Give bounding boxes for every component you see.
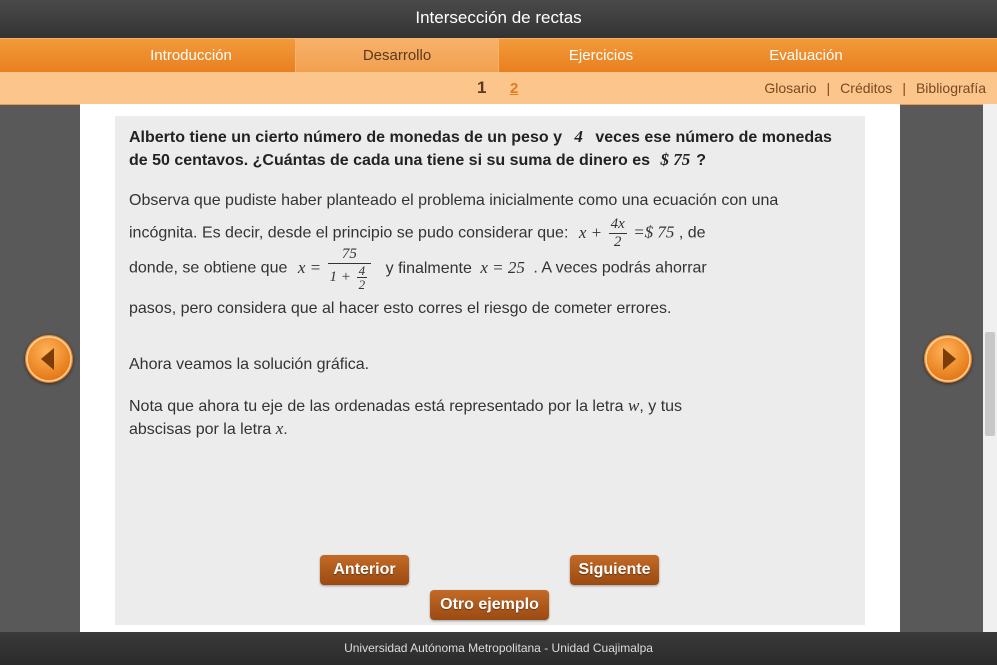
question-amount: $ 75	[660, 150, 691, 169]
previous-page-button[interactable]	[25, 335, 73, 383]
paragraph-2-mid: y finalmente	[385, 259, 472, 277]
scrollbar-thumb[interactable]	[985, 332, 995, 436]
exercise-card: Alberto tiene un cierto número de moneda…	[115, 116, 865, 625]
solution-x-eq: x =	[297, 257, 322, 277]
info-links: Glosario | Créditos | Bibliografía	[764, 80, 986, 96]
window-title: Intersección de rectas	[0, 0, 997, 38]
main-tabs: Introducción Desarrollo Ejercicios Evalu…	[0, 38, 997, 72]
link-separator: |	[902, 80, 906, 96]
inner-numerator: 4	[356, 263, 368, 278]
equation-rhs: =$ 75	[633, 222, 675, 242]
question-number: 4	[574, 127, 583, 146]
axes-text-4: .	[283, 421, 288, 438]
question-mark: ?	[696, 152, 707, 169]
paragraph-warning: pasos, pero considera que al hacer esto …	[129, 300, 672, 317]
inner-denominator: 2	[358, 277, 366, 292]
chevron-left-icon	[26, 336, 72, 382]
content-page: Alberto tiene un cierto número de moneda…	[80, 104, 900, 632]
tab-introduccion[interactable]: Introducción	[87, 39, 295, 72]
paragraph-solution: donde, se obtiene que x = 75 1 + 4 2 y f…	[129, 246, 839, 291]
page-2-link[interactable]: 2	[510, 80, 518, 97]
paragraph-axes: Nota que ahora tu eje de las ordenadas e…	[129, 395, 749, 441]
next-page-button[interactable]	[924, 335, 972, 383]
creditos-link[interactable]: Créditos	[840, 80, 892, 96]
footer: Universidad Autónoma Metropolitana - Uni…	[0, 632, 997, 665]
axes-text-3: abscisas por la letra	[129, 421, 272, 438]
glosario-link[interactable]: Glosario	[764, 80, 816, 96]
paragraph-2-end: . A veces podrás ahorrar	[533, 259, 707, 277]
denominator-one-plus: 1 +	[329, 268, 351, 285]
chevron-right-icon	[925, 336, 971, 382]
siguiente-button[interactable]: Siguiente	[570, 555, 659, 585]
solution-numerator: 75	[327, 246, 372, 264]
axes-text-1: Nota que ahora tu eje de las ordenadas e…	[129, 398, 624, 415]
sub-navigation: 1 2 Glosario | Créditos | Bibliografía	[0, 72, 997, 105]
fraction-numerator: 4x	[608, 216, 627, 234]
link-separator: |	[826, 80, 831, 96]
solution-fraction: 75 1 + 4 2	[327, 246, 372, 291]
paragraph-1-end: , de	[678, 224, 706, 242]
equation-x-plus: x +	[578, 222, 603, 242]
axes-text-2: , y tus	[639, 398, 683, 415]
paragraph-equation: Observa que pudiste haber planteado el p…	[129, 186, 839, 251]
inner-fraction: 4 2	[356, 263, 368, 292]
solution-denominator: 1 + 4 2	[328, 264, 372, 291]
page-scrollbar[interactable]	[983, 104, 997, 632]
question-text-1: Alberto tiene un cierto número de moneda…	[129, 129, 562, 146]
tab-ejercicios[interactable]: Ejercicios	[499, 39, 703, 72]
axis-w-letter: w	[628, 396, 640, 415]
bibliografia-link[interactable]: Bibliografía	[916, 80, 986, 96]
paragraph-2-text: donde, se obtiene que	[129, 259, 288, 277]
otro-ejemplo-button[interactable]: Otro ejemplo	[430, 590, 549, 620]
paragraph-graphical: Ahora veamos la solución gráfica.	[129, 356, 370, 373]
tab-evaluacion[interactable]: Evaluación	[703, 39, 909, 72]
anterior-button[interactable]: Anterior	[320, 555, 409, 585]
problem-statement: Alberto tiene un cierto número de moneda…	[129, 126, 834, 172]
solution-x-25: x = 25	[480, 257, 525, 277]
tab-desarrollo[interactable]: Desarrollo	[296, 39, 498, 72]
page-1-indicator: 1	[477, 78, 487, 97]
